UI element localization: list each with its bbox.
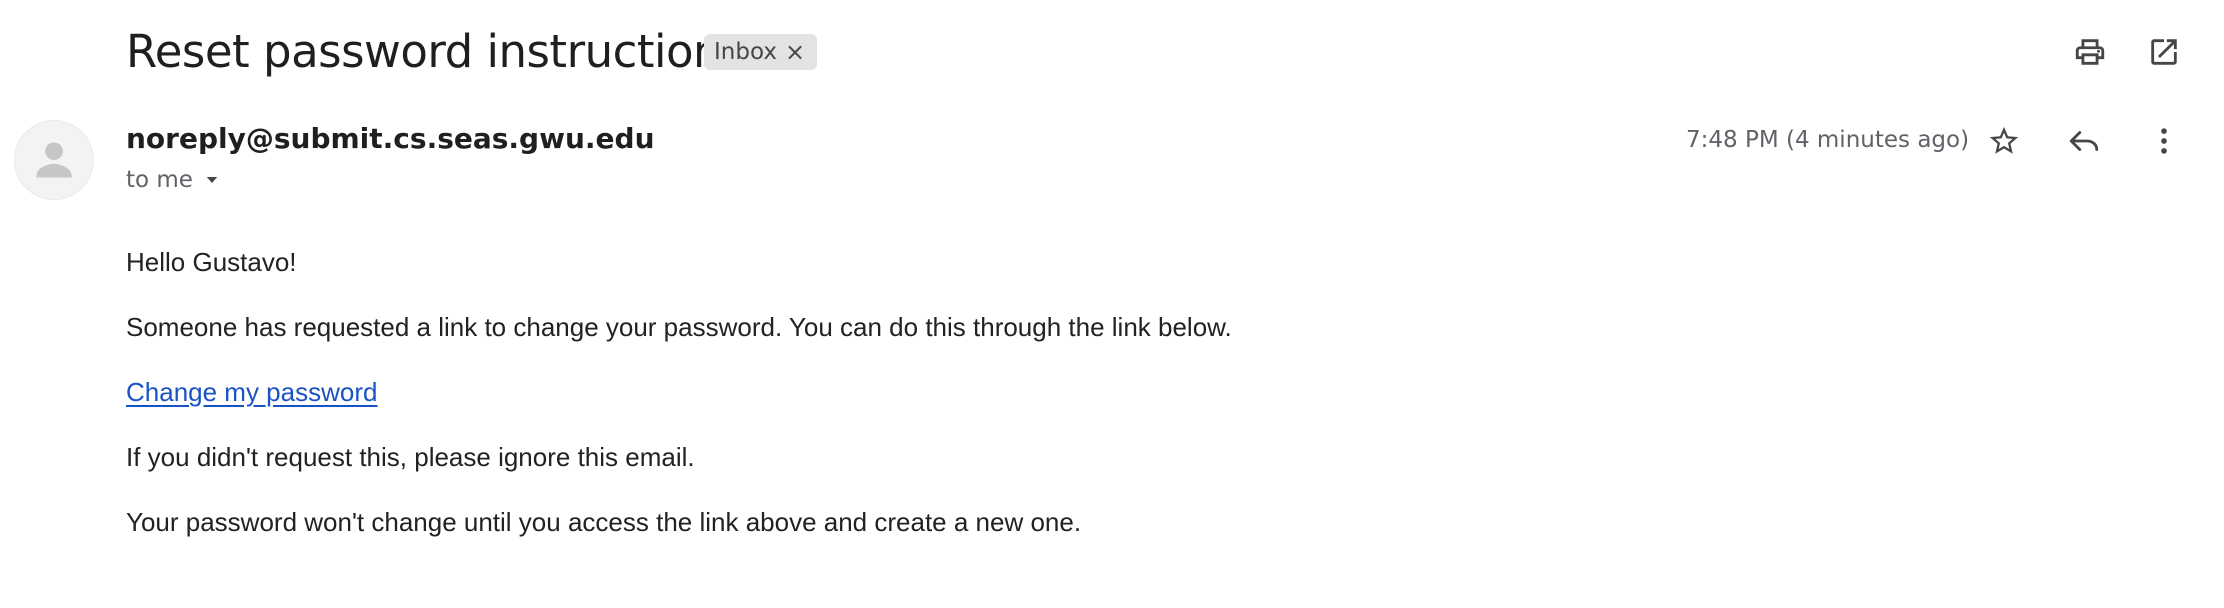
more-vert-icon [2161, 128, 2167, 154]
avatar[interactable] [14, 120, 94, 200]
reply-button[interactable] [2056, 113, 2112, 169]
inbox-label-chip[interactable]: Inbox × [704, 34, 818, 70]
recipient-details-toggle[interactable]: to me [126, 162, 221, 198]
change-password-link[interactable]: Change my password [126, 374, 377, 410]
printer-icon [2075, 39, 2105, 65]
print-all-button[interactable] [2062, 24, 2118, 80]
open-in-new-window-icon [2151, 39, 2177, 65]
body-paragraph-ignore: If you didn't request this, please ignor… [126, 442, 695, 472]
remove-label-icon[interactable]: × [785, 40, 805, 64]
person-icon [36, 142, 72, 178]
open-in-new-window-button[interactable] [2136, 24, 2192, 80]
star-icon [1989, 126, 2019, 154]
more-options-button[interactable] [2136, 113, 2192, 169]
body-paragraph-request: Someone has requested a link to change y… [126, 312, 1232, 342]
label-chip-text: Inbox [714, 39, 777, 65]
caret-down-icon[interactable] [203, 171, 221, 189]
star-button[interactable] [1976, 113, 2032, 169]
body-greeting: Hello Gustavo! [126, 247, 297, 277]
reply-icon [2069, 131, 2099, 151]
sender-address[interactable]: noreply@submit.cs.seas.gwu.edu [126, 118, 655, 160]
email-timestamp: 7:48 PM (4 minutes ago) [1686, 127, 1970, 153]
email-subject: Reset password instructions [126, 25, 744, 78]
body-paragraph-unchanged: Your password won't change until you acc… [126, 507, 1082, 537]
recipient-label: to me [126, 167, 193, 193]
